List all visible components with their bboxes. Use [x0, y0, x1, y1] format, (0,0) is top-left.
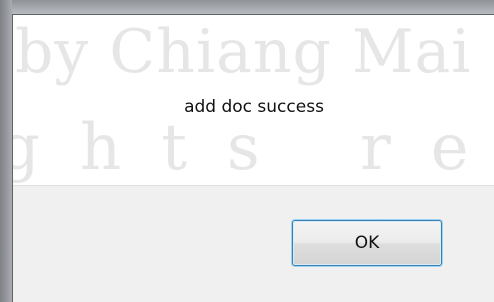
window-frame-top: [0, 0, 494, 14]
screen: by Chiang Mai ghts res add doc success O…: [0, 0, 494, 302]
message-dialog: by Chiang Mai ghts res add doc success O…: [12, 14, 494, 302]
window-frame-left: [0, 0, 12, 302]
dialog-message: add doc success: [184, 97, 324, 117]
ok-button[interactable]: OK: [292, 220, 442, 266]
ok-button-label: OK: [354, 233, 380, 253]
